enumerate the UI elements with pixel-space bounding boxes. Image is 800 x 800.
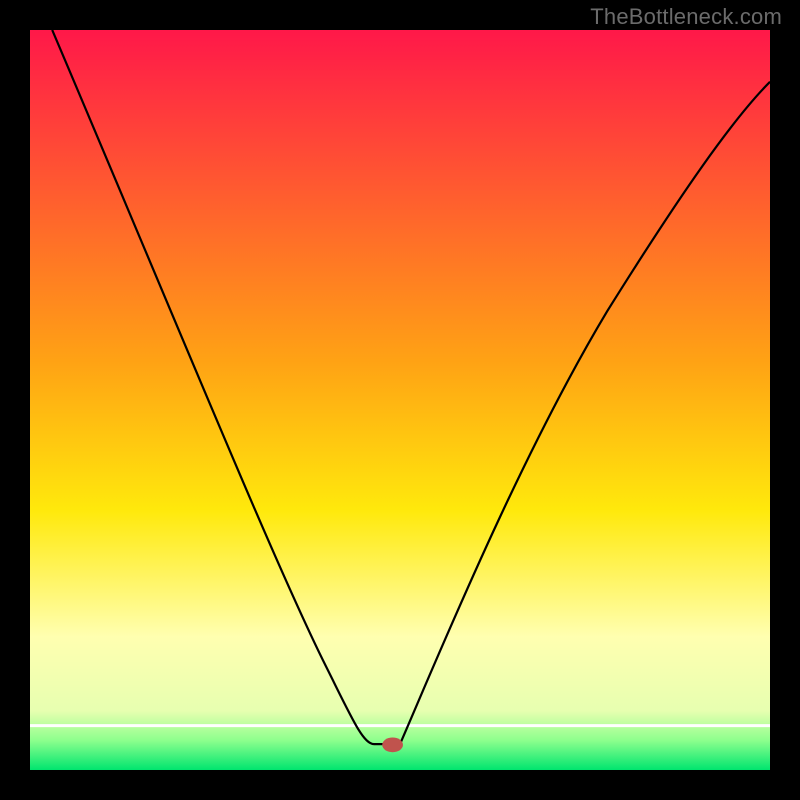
gradient-background	[30, 30, 770, 770]
marker-point	[382, 737, 403, 752]
bottleneck-chart	[30, 30, 770, 770]
chart-frame: TheBottleneck.com	[0, 0, 800, 800]
plot-area	[30, 30, 770, 770]
watermark-text: TheBottleneck.com	[590, 4, 782, 30]
